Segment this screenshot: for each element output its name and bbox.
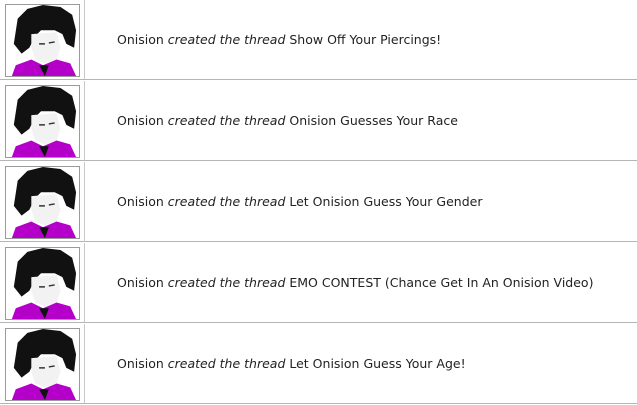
action-text: created the thread	[167, 194, 286, 209]
feed-entry: Onision created the thread Let Onision G…	[117, 324, 466, 404]
feed-entry: Onision created the thread EMO CONTEST (…	[117, 243, 593, 323]
user-avatar-icon	[6, 5, 79, 76]
list-item: Onision created the thread Show Off Your…	[0, 0, 637, 80]
action-text: created the thread	[167, 275, 286, 290]
activity-feed: Onision created the thread Show Off Your…	[0, 0, 637, 405]
action-text: created the thread	[167, 113, 286, 128]
username-link[interactable]: Onision	[117, 356, 164, 371]
username-link[interactable]: Onision	[117, 113, 164, 128]
thread-link[interactable]: Let Onision Guess Your Gender	[289, 194, 482, 209]
thread-link[interactable]: Show Off Your Piercings!	[289, 32, 441, 47]
list-item: Onision created the thread Onision Guess…	[0, 81, 637, 161]
feed-entry: Onision created the thread Show Off Your…	[117, 0, 441, 80]
avatar[interactable]	[5, 247, 80, 320]
action-text: created the thread	[167, 356, 286, 371]
username-link[interactable]: Onision	[117, 32, 164, 47]
avatar-cell	[0, 324, 85, 404]
feed-entry: Onision created the thread Let Onision G…	[117, 162, 482, 242]
user-avatar-icon	[6, 248, 79, 319]
avatar-cell	[0, 243, 85, 323]
user-avatar-icon	[6, 167, 79, 238]
list-item: Onision created the thread Let Onision G…	[0, 162, 637, 242]
user-avatar-icon	[6, 86, 79, 157]
avatar[interactable]	[5, 4, 80, 77]
list-item: Onision created the thread EMO CONTEST (…	[0, 243, 637, 323]
avatar-cell	[0, 81, 85, 161]
avatar[interactable]	[5, 85, 80, 158]
user-avatar-icon	[6, 329, 79, 400]
avatar[interactable]	[5, 328, 80, 401]
thread-link[interactable]: EMO CONTEST (Chance Get In An Onision Vi…	[289, 275, 593, 290]
username-link[interactable]: Onision	[117, 275, 164, 290]
list-item: Onision created the thread Let Onision G…	[0, 324, 637, 404]
feed-entry: Onision created the thread Onision Guess…	[117, 81, 458, 161]
avatar-cell	[0, 0, 85, 80]
action-text: created the thread	[167, 32, 286, 47]
avatar-cell	[0, 162, 85, 242]
avatar[interactable]	[5, 166, 80, 239]
thread-link[interactable]: Onision Guesses Your Race	[289, 113, 458, 128]
thread-link[interactable]: Let Onision Guess Your Age!	[289, 356, 465, 371]
username-link[interactable]: Onision	[117, 194, 164, 209]
